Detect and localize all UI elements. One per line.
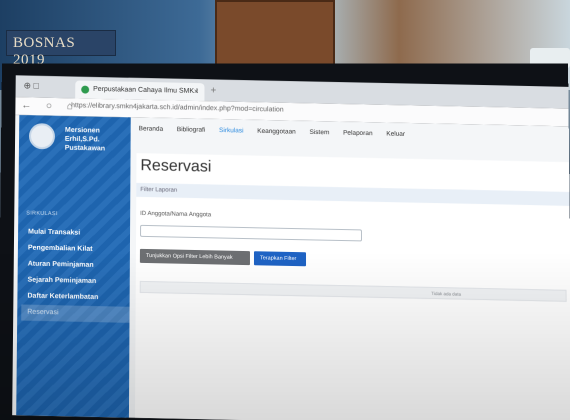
avatar[interactable] [28,123,56,150]
new-tab-icon[interactable]: + [210,85,216,96]
member-search-input[interactable] [140,224,363,242]
sidebar-menu: Mulai Transaksi Pengembalian Kilat Atura… [21,224,130,323]
url-text[interactable]: https://elibrary.smkn4jakarta.sch.id/adm… [71,102,284,113]
filter-header: Filter Laporan [136,182,570,206]
nav-sirkulasi[interactable]: Sirkulasi [219,127,243,134]
window-controls-icon[interactable]: ⊕ □ [24,80,39,91]
close-icon[interactable]: × [194,87,199,96]
sidebar: Mersionen Erhil,S.Pd. Pustakawan SIRKULA… [16,114,131,418]
sidebar-item-reservasi[interactable]: Reservasi [21,304,130,323]
user-role: Pustakawan [64,144,106,153]
nav-bibliografi[interactable]: Bibliografi [177,126,205,134]
monitor: ⊕ □ Perpustakaan Cahaya Ilmu SMK I × + ←… [0,63,570,420]
photo-scene: BOSNAS 2019 ⊕ □ Perpustakaan Cahaya Ilmu… [0,0,570,420]
web-page: Mersionen Erhil,S.Pd. Pustakawan SIRKULA… [12,114,570,420]
page-title: Reservasi [140,157,212,176]
sidebar-section-label: SIRKULASI [26,210,58,218]
empty-table-text: Tidak ada data [431,290,461,297]
nav-beranda[interactable]: Beranda [139,125,164,132]
member-field-label: ID Anggota/Nama Anggota [140,210,212,219]
user-profile: Mersionen Erhil,S.Pd. Pustakawan [25,121,129,155]
more-filter-button[interactable]: Tunjukkan Opsi Filter Lebih Banyak [139,248,250,266]
nav-pelaporan[interactable]: Pelaporan [343,130,373,138]
favicon-icon [81,85,90,94]
apply-filter-button[interactable]: Terapkan Filter [253,251,307,267]
tab-title: Perpustakaan Cahaya Ilmu SMK I [93,85,198,95]
nav-keluar[interactable]: Keluar [386,131,405,138]
main-content: Reservasi Filter Laporan ID Anggota/Nama… [134,153,570,420]
nav-sistem[interactable]: Sistem [310,129,330,136]
top-navigation: Beranda Bibliografi Sirkulasi Keanggotaa… [139,125,567,152]
user-name: Mersionen Erhil,S.Pd. [64,126,100,144]
nav-keanggotaan[interactable]: Keanggotaan [257,128,296,136]
room-banner: BOSNAS 2019 [6,30,116,68]
results-table: Tidak ada data [139,280,567,302]
profile-text: Mersionen Erhil,S.Pd. Pustakawan [65,126,129,154]
room-door [215,0,335,70]
